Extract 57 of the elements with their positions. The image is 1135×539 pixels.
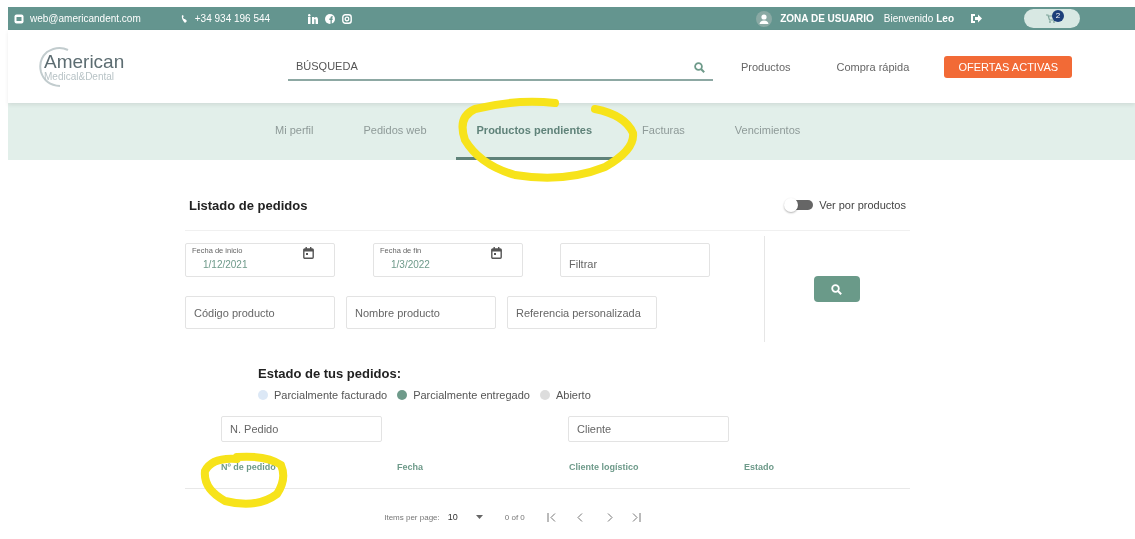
logo-subtitle: Medical&Dental bbox=[44, 70, 116, 82]
input-field[interactable]: Nombre producto bbox=[346, 296, 496, 329]
email-icon bbox=[14, 13, 24, 24]
user-zone-label[interactable]: ZONA DE USUARIO bbox=[780, 13, 874, 24]
phone-text: +34 934 196 544 bbox=[194, 13, 271, 24]
status-title: Estado de tus pedidos: bbox=[258, 366, 402, 381]
column-header[interactable]: Nº de pedido bbox=[221, 462, 397, 472]
input-field[interactable]: Código producto bbox=[185, 296, 335, 329]
nav-link[interactable]: Productos bbox=[741, 60, 791, 73]
status-label: Parcialmente entregado bbox=[413, 389, 530, 401]
page-range: 0 of 0 bbox=[504, 512, 525, 522]
column-header[interactable]: Estado bbox=[744, 462, 844, 472]
first-page-icon[interactable] bbox=[546, 512, 556, 522]
linkedin-icon[interactable] bbox=[308, 13, 319, 24]
welcome-text: Bienvenido bbox=[883, 13, 934, 24]
field-value: 1/12/2021 bbox=[203, 259, 248, 270]
search-button[interactable] bbox=[813, 276, 860, 302]
status-label: Abierto bbox=[555, 389, 591, 401]
column-header[interactable]: Cliente logístico bbox=[569, 462, 744, 472]
view-toggle[interactable] bbox=[787, 200, 814, 210]
cart-icon bbox=[1046, 14, 1056, 23]
email-text[interactable]: web@americandent.com bbox=[30, 13, 141, 24]
calendar-icon[interactable] bbox=[491, 247, 502, 259]
items-per-page-label: Items per page: bbox=[384, 512, 440, 522]
offers-button[interactable]: OFERTAS ACTIVAS bbox=[944, 55, 1073, 78]
user-avatar-icon[interactable] bbox=[756, 10, 773, 27]
input-field[interactable]: Filtrar bbox=[560, 243, 710, 277]
search-icon bbox=[831, 283, 842, 295]
logo-title[interactable]: American bbox=[44, 51, 148, 71]
tab[interactable]: Productos pendientes bbox=[455, 103, 614, 160]
section-title: Listado de pedidos bbox=[189, 197, 308, 213]
input-field[interactable]: Cliente bbox=[568, 416, 729, 442]
instagram-icon[interactable] bbox=[342, 13, 353, 24]
facebook-icon[interactable] bbox=[325, 13, 336, 24]
calendar-icon[interactable] bbox=[303, 247, 314, 259]
search-field[interactable]: BÚSQUEDA bbox=[288, 52, 713, 81]
toggle-label: Ver por productos bbox=[819, 199, 906, 211]
nav-link[interactable]: Compra rápida bbox=[836, 60, 910, 73]
tab[interactable]: Facturas bbox=[621, 103, 706, 160]
field-value: 1/3/2022 bbox=[391, 259, 430, 270]
items-per-page-select[interactable]: 10 bbox=[447, 512, 483, 522]
caret-icon bbox=[475, 515, 483, 519]
cart-button[interactable]: 2 bbox=[1024, 9, 1080, 28]
user-name: Leo bbox=[936, 13, 954, 24]
input-field[interactable]: N. Pedido bbox=[221, 416, 382, 442]
tab[interactable]: Pedidos web bbox=[342, 103, 448, 160]
logout-icon[interactable] bbox=[970, 13, 982, 24]
tab[interactable]: Vencimientos bbox=[713, 103, 822, 160]
cart-count-badge: 2 bbox=[1052, 10, 1064, 22]
column-header[interactable]: Fecha bbox=[397, 462, 569, 472]
input-field[interactable]: Referencia personalizada bbox=[507, 296, 657, 329]
last-page-icon[interactable] bbox=[631, 512, 641, 522]
previous-page-icon[interactable] bbox=[575, 512, 585, 522]
phone-icon bbox=[180, 13, 189, 24]
tab[interactable]: Mi perfil bbox=[254, 103, 335, 160]
search-icon[interactable] bbox=[694, 61, 705, 73]
status-label: Parcialmente facturado bbox=[274, 389, 388, 401]
